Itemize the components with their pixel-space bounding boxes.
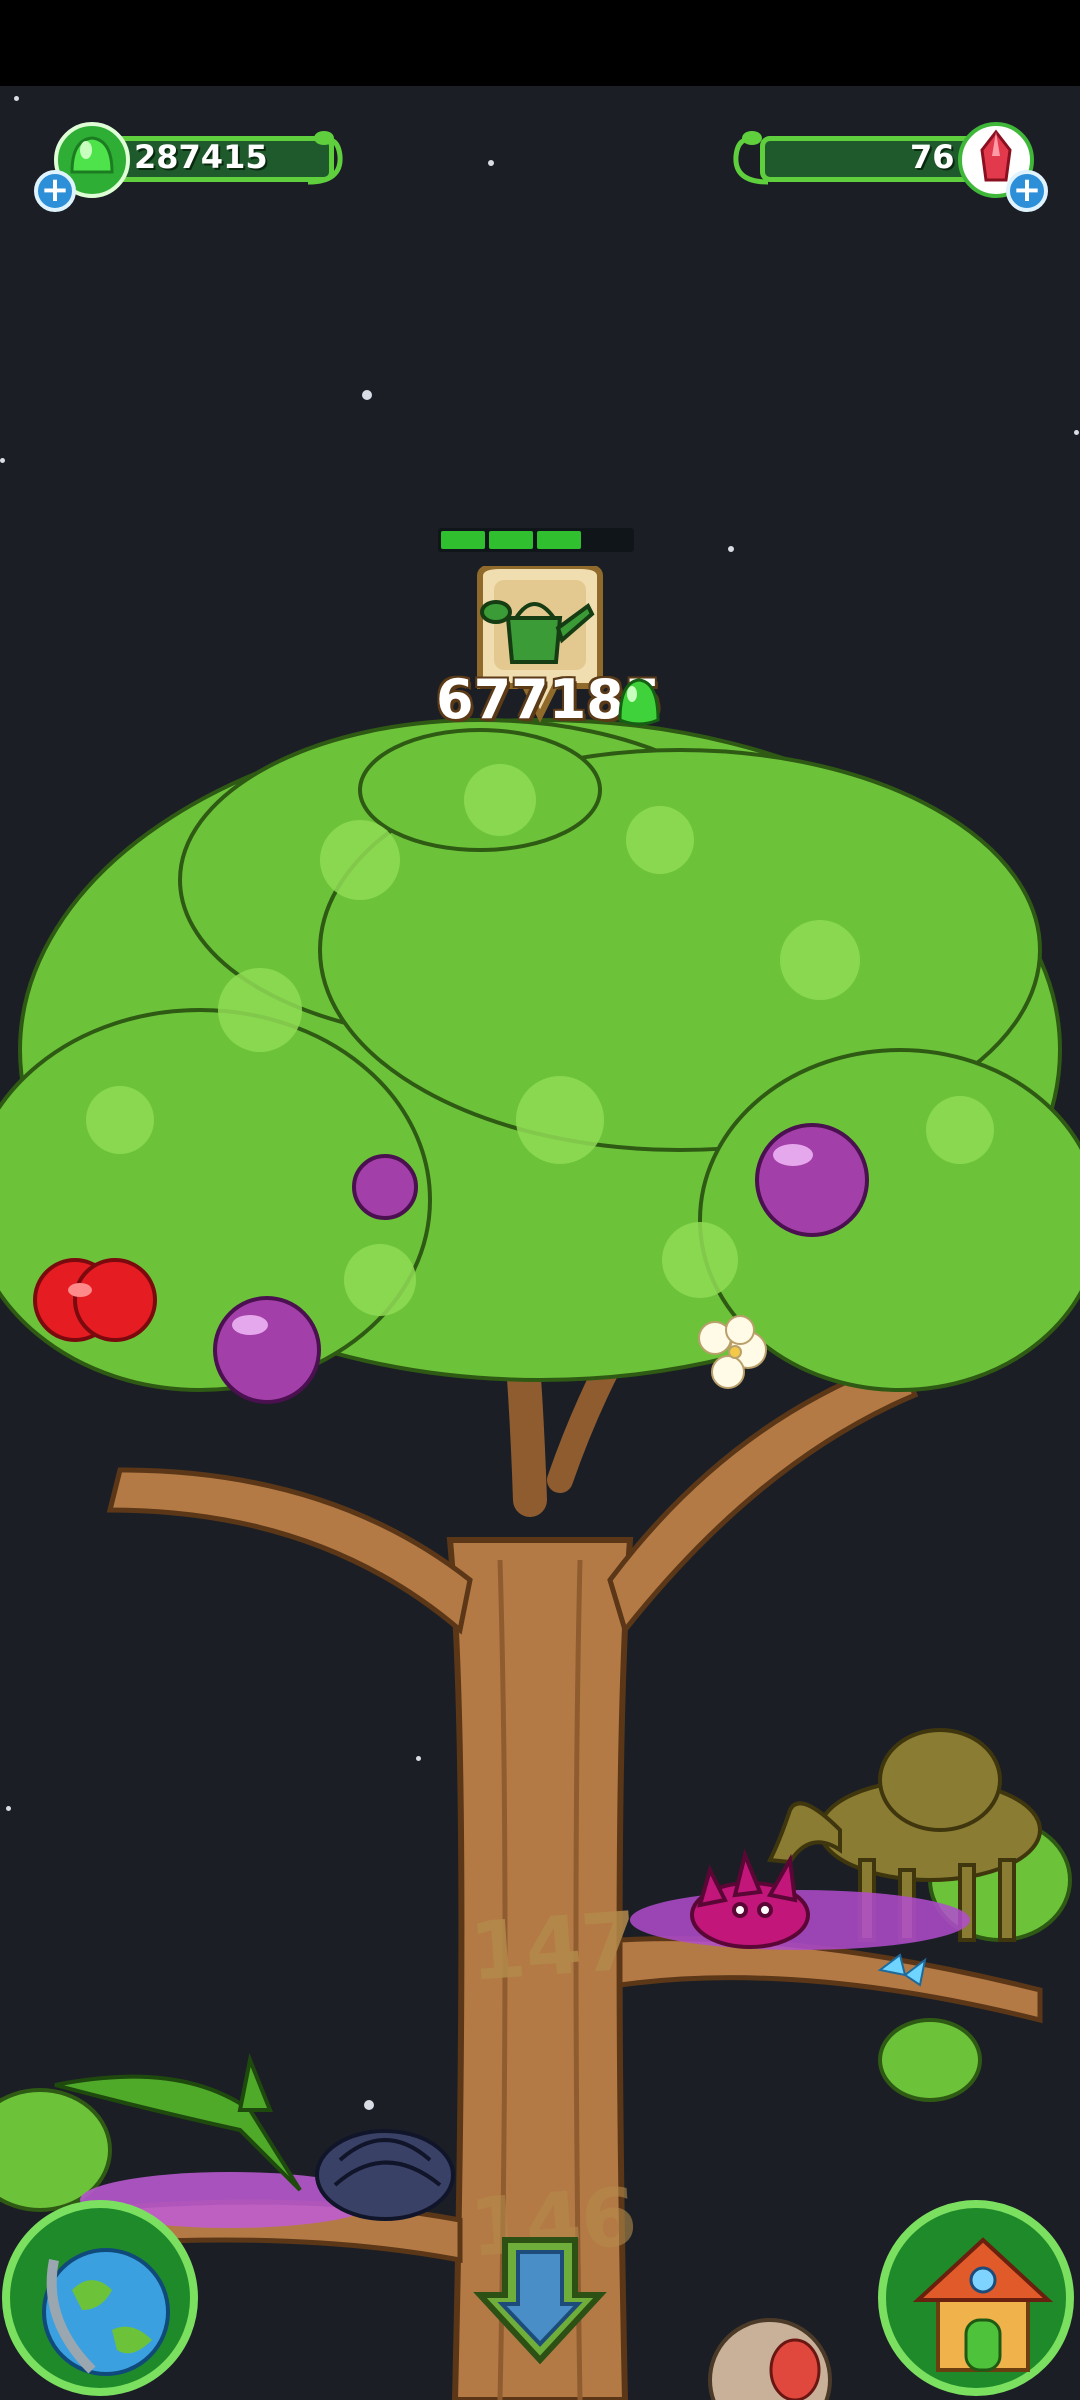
green-gem-icon xyxy=(618,678,660,726)
scroll-down-button[interactable] xyxy=(470,2230,610,2370)
spiky-creature xyxy=(690,1848,810,1949)
branch-right xyxy=(607,1356,919,1636)
down-arrow-icon xyxy=(473,2237,607,2365)
home-button[interactable] xyxy=(878,2200,1074,2396)
progress-segment xyxy=(585,531,629,549)
progress-segment xyxy=(537,531,581,549)
progress-segment xyxy=(489,531,533,549)
task-progress-bar xyxy=(438,528,634,552)
globe-button[interactable] xyxy=(2,2200,198,2396)
tree-canopy xyxy=(0,718,1080,1392)
level-number-upper: 147 xyxy=(466,1894,641,1999)
progress-segment xyxy=(441,531,485,549)
fruit-plum xyxy=(213,1296,321,1404)
branch-left xyxy=(106,1467,473,1635)
fruit-plum-small xyxy=(352,1154,418,1220)
branch-147 xyxy=(617,1936,1043,2024)
fruit-plum-large xyxy=(755,1123,869,1237)
fruit-red-heart xyxy=(33,1258,157,1342)
globe-icon xyxy=(42,2248,170,2376)
pillbug xyxy=(315,2129,455,2221)
tree-scene xyxy=(0,718,1080,2400)
monkey xyxy=(708,2318,832,2400)
